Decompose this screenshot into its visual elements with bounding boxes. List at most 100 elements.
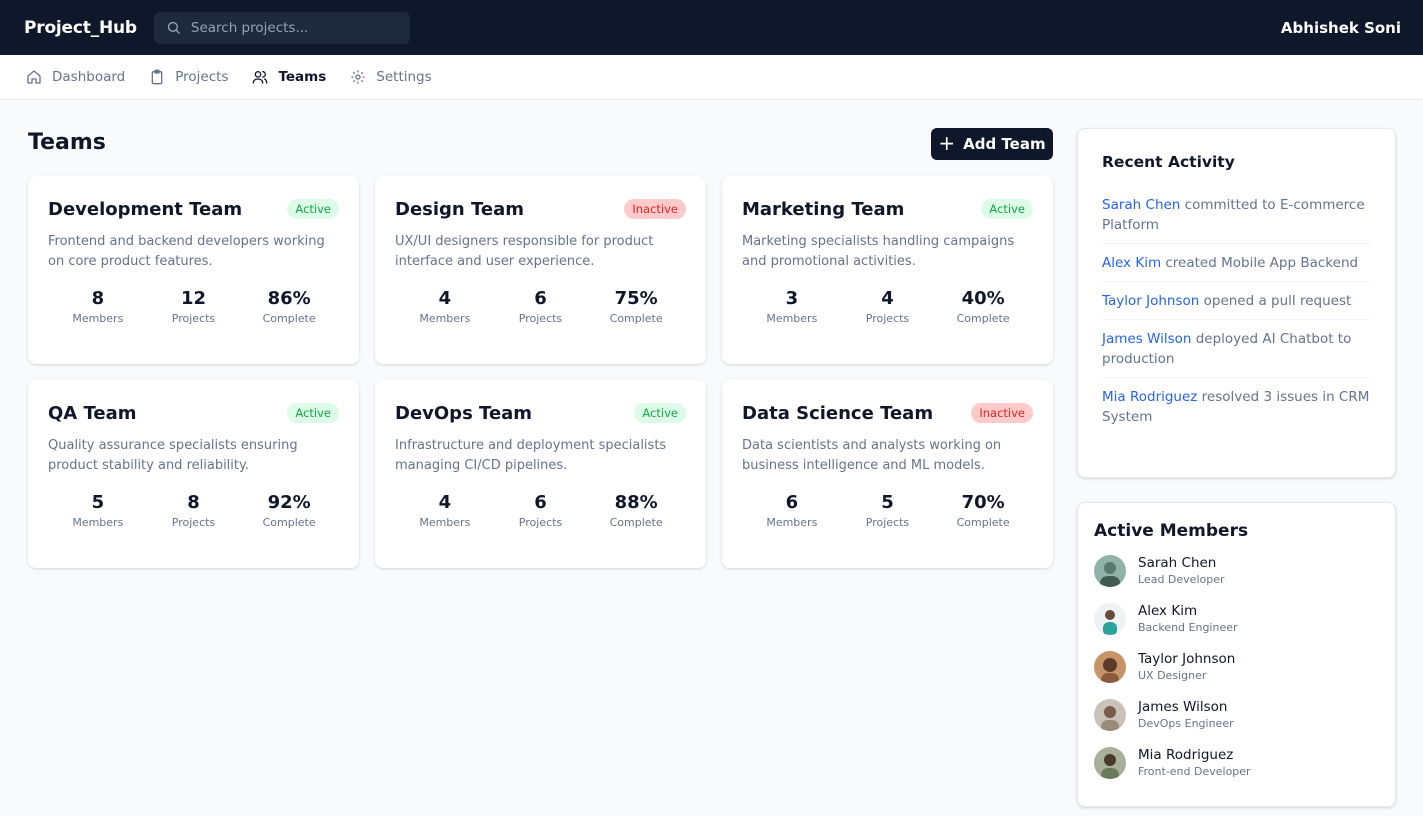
activity-user-link[interactable]: Sarah Chen bbox=[1102, 197, 1180, 213]
team-card[interactable]: Design Team Inactive UX/UI designers res… bbox=[375, 176, 706, 364]
members-count: 4 bbox=[438, 492, 452, 513]
add-team-label: Add Team bbox=[963, 135, 1046, 153]
team-card[interactable]: QA Team Active Quality assurance special… bbox=[28, 380, 359, 568]
activity-user-link[interactable]: James Wilson bbox=[1102, 331, 1191, 347]
active-members-title: Active Members bbox=[1094, 521, 1249, 541]
team-stats: 6 Members 5 Projects 70% Complete bbox=[742, 492, 1033, 529]
team-card[interactable]: Development Team Active Frontend and bac… bbox=[28, 176, 359, 364]
complete-label: Complete bbox=[956, 312, 1010, 325]
projects-count: 8 bbox=[187, 492, 200, 513]
team-card[interactable]: Marketing Team Active Marketing speciali… bbox=[722, 176, 1053, 364]
search-input[interactable] bbox=[190, 19, 391, 36]
nav-item-projects[interactable]: Projects bbox=[149, 69, 228, 85]
projects-label: Projects bbox=[518, 516, 563, 529]
status-badge: Inactive bbox=[624, 199, 686, 219]
member-role: UX Designer bbox=[1138, 669, 1207, 682]
member-name: James Wilson bbox=[1138, 699, 1228, 715]
activity-item: Sarah Chen committed to E-commerce Platf… bbox=[1102, 195, 1371, 244]
members-label: Members bbox=[72, 516, 124, 529]
members-label: Members bbox=[766, 516, 818, 529]
activity-item: Taylor Johnson opened a pull request bbox=[1102, 291, 1371, 320]
nav-item-teams[interactable]: Teams bbox=[252, 69, 326, 85]
home-icon bbox=[27, 70, 41, 84]
nav-label: Teams bbox=[278, 69, 327, 85]
team-stats: 4 Members 6 Projects 88% Complete bbox=[395, 492, 686, 529]
members-count: 5 bbox=[91, 492, 105, 513]
member-item[interactable]: Taylor Johnson UX Designer bbox=[1094, 649, 1379, 685]
member-role: DevOps Engineer bbox=[1138, 717, 1234, 730]
projects-count: 12 bbox=[180, 288, 207, 309]
user-name[interactable]: Abhishek Soni bbox=[1281, 19, 1401, 37]
users-icon bbox=[253, 71, 268, 84]
projects-label: Projects bbox=[171, 516, 216, 529]
team-description: UX/UI designers responsible for product … bbox=[395, 234, 654, 269]
complete-label: Complete bbox=[262, 312, 316, 325]
team-description: Infrastructure and deployment specialist… bbox=[395, 438, 667, 473]
projects-label: Projects bbox=[865, 516, 910, 529]
member-item[interactable]: James Wilson DevOps Engineer bbox=[1094, 697, 1379, 733]
status-badge: Active bbox=[981, 199, 1033, 219]
activity-user-link[interactable]: Alex Kim bbox=[1102, 255, 1161, 271]
team-stats: 5 Members 8 Projects 92% Complete bbox=[48, 492, 339, 529]
member-name: Alex Kim bbox=[1138, 603, 1198, 619]
search-icon bbox=[167, 21, 180, 34]
nav-item-dashboard[interactable]: Dashboard bbox=[26, 69, 125, 85]
team-description: Quality assurance specialists ensuring p… bbox=[48, 438, 298, 473]
complete-label: Complete bbox=[609, 312, 663, 325]
member-item[interactable]: Sarah Chen Lead Developer bbox=[1094, 553, 1379, 589]
member-item[interactable]: Mia Rodriguez Front-end Developer bbox=[1094, 745, 1379, 781]
member-role: Front-end Developer bbox=[1138, 765, 1251, 778]
page-title: Teams bbox=[28, 130, 106, 155]
search-box[interactable] bbox=[153, 11, 410, 44]
member-name: Taylor Johnson bbox=[1138, 651, 1236, 667]
members-count: 6 bbox=[785, 492, 799, 513]
team-cards-grid: Development Team Active Frontend and bac… bbox=[28, 176, 1053, 568]
clipboard-icon bbox=[151, 69, 163, 85]
main-nav: Dashboard Projects Teams Settings bbox=[0, 55, 1423, 100]
activity-item: Mia Rodriguez resolved 3 issues in CRM S… bbox=[1102, 387, 1371, 435]
projects-label: Projects bbox=[865, 312, 910, 325]
complete-label: Complete bbox=[262, 516, 316, 529]
top-header: Project_Hub Abhishek Soni bbox=[0, 0, 1423, 55]
complete-percent: 75% bbox=[614, 288, 658, 309]
avatar bbox=[1094, 603, 1126, 635]
brand-logo[interactable]: Project_Hub bbox=[24, 18, 137, 38]
main-content: Teams + Add Team Development Team Active… bbox=[0, 100, 1423, 816]
team-name: Design Team bbox=[395, 198, 524, 220]
member-role: Lead Developer bbox=[1138, 573, 1225, 586]
projects-label: Projects bbox=[171, 312, 216, 325]
projects-count: 6 bbox=[534, 288, 547, 309]
team-stats: 8 Members 12 Projects 86% Complete bbox=[48, 288, 339, 325]
add-team-button[interactable]: + Add Team bbox=[931, 128, 1053, 160]
activity-user-link[interactable]: Mia Rodriguez bbox=[1102, 389, 1197, 405]
team-description: Frontend and backend developers working … bbox=[48, 234, 325, 269]
plus-icon: + bbox=[938, 131, 956, 155]
member-item[interactable]: Alex Kim Backend Engineer bbox=[1094, 601, 1379, 637]
team-description: Data scientists and analysts working on … bbox=[742, 438, 1002, 473]
member-name: Mia Rodriguez bbox=[1138, 747, 1234, 763]
status-badge: Active bbox=[287, 199, 339, 219]
projects-count: 5 bbox=[881, 492, 894, 513]
team-description: Marketing specialists handling campaigns… bbox=[742, 234, 1015, 269]
members-label: Members bbox=[419, 312, 471, 325]
avatar bbox=[1094, 699, 1126, 731]
members-count: 8 bbox=[91, 288, 105, 309]
team-name: Development Team bbox=[48, 198, 243, 220]
projects-count: 6 bbox=[534, 492, 547, 513]
recent-activity-title: Recent Activity bbox=[1102, 153, 1235, 171]
activity-item: James Wilson deployed AI Chatbot to prod… bbox=[1102, 329, 1371, 378]
nav-item-settings[interactable]: Settings bbox=[350, 69, 432, 85]
team-card[interactable]: DevOps Team Active Infrastructure and de… bbox=[375, 380, 706, 568]
status-badge: Active bbox=[287, 403, 339, 423]
complete-percent: 86% bbox=[267, 288, 311, 309]
complete-label: Complete bbox=[956, 516, 1010, 529]
complete-percent: 70% bbox=[961, 492, 1005, 513]
members-count: 4 bbox=[438, 288, 452, 309]
team-name: QA Team bbox=[48, 402, 137, 424]
members-count: 3 bbox=[785, 288, 799, 309]
recent-activity-panel: Recent Activity Sarah Chen committed to … bbox=[1077, 128, 1396, 478]
team-card[interactable]: Data Science Team Inactive Data scientis… bbox=[722, 380, 1053, 568]
activity-text: created Mobile App Backend bbox=[1161, 255, 1359, 271]
activity-user-link[interactable]: Taylor Johnson bbox=[1102, 293, 1199, 309]
activity-text: opened a pull request bbox=[1199, 293, 1352, 309]
